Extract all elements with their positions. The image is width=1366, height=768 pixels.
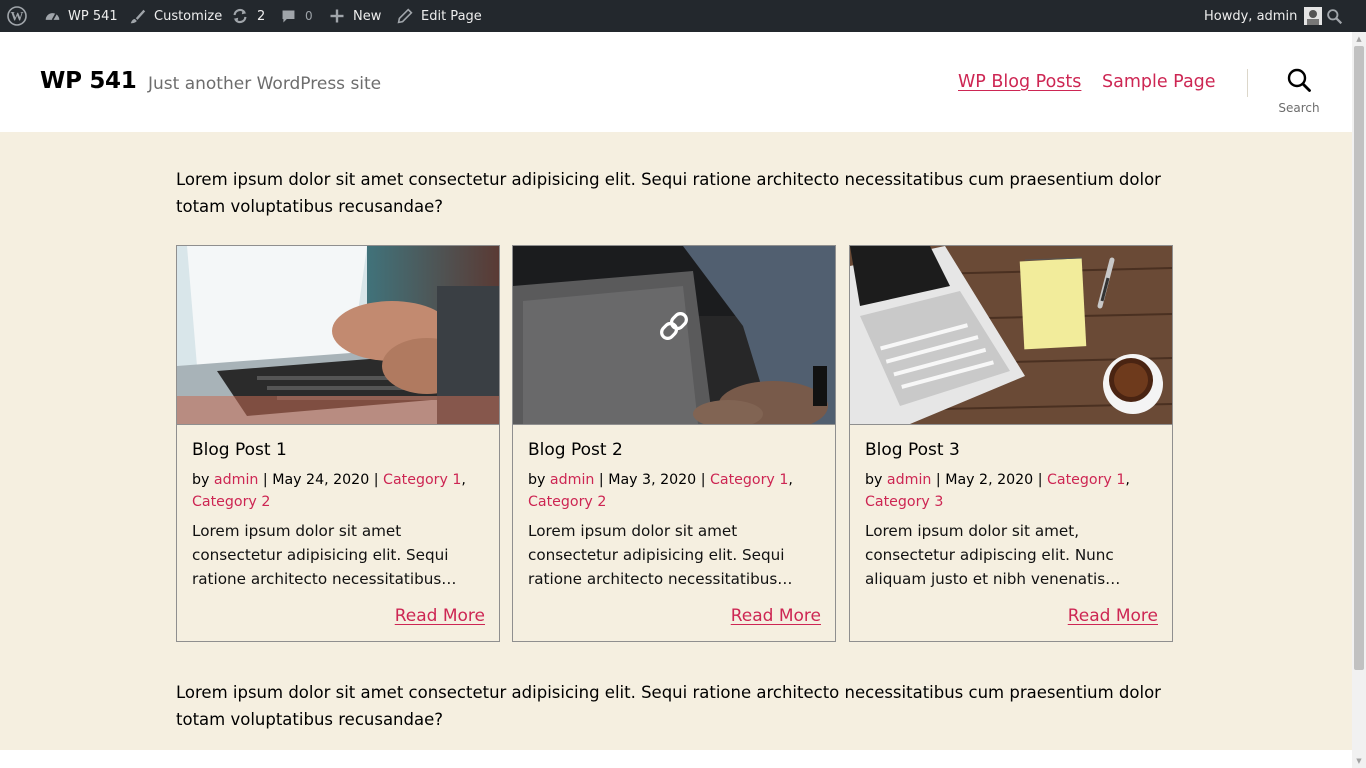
- page-footer-edge: [0, 750, 1352, 768]
- post-by: by: [192, 472, 210, 488]
- admin-greeting: Howdy, admin: [1204, 8, 1298, 24]
- post-excerpt: Lorem ipsum dolor sit amet consectetur a…: [528, 522, 793, 588]
- post-meta: by admin | May 24, 2020 | Category 1, Ca…: [192, 472, 466, 510]
- post-meta: by admin | May 2, 2020 | Category 1, Cat…: [865, 472, 1130, 510]
- admin-bar-new-label: New: [353, 8, 382, 24]
- admin-bar-customize-label: Customize: [154, 8, 223, 24]
- post-category-link[interactable]: Category 2: [192, 494, 270, 510]
- nav-item-wp-blog-posts[interactable]: WP Blog Posts: [958, 72, 1081, 92]
- post-card: Blog Post 2 by admin | May 3, 2020 | Cat…: [512, 245, 836, 642]
- post-title[interactable]: Blog Post 2: [528, 440, 623, 460]
- post-date: May 2, 2020: [945, 472, 1034, 488]
- post-excerpt: Lorem ipsum dolor sit amet consectetur a…: [192, 522, 457, 588]
- post-by: by: [865, 472, 883, 488]
- admin-bar-updates[interactable]: 2: [231, 0, 265, 32]
- scroll-up-arrow-icon[interactable]: ▲: [1352, 32, 1366, 46]
- search-label: Search: [1278, 101, 1320, 115]
- post-meta: by admin | May 3, 2020 | Category 1, Cat…: [528, 472, 793, 510]
- nav-item-sample-page[interactable]: Sample Page: [1102, 72, 1216, 92]
- read-more-link[interactable]: Read More: [395, 606, 485, 626]
- post-title[interactable]: Blog Post 1: [192, 440, 287, 460]
- updates-count: 2: [257, 8, 266, 24]
- admin-bar-customize[interactable]: Customize: [129, 0, 222, 32]
- post-card: Blog Post 3 by admin | May 2, 2020 | Cat…: [849, 245, 1173, 642]
- post-thumbnail[interactable]: [177, 246, 499, 425]
- admin-bar-new[interactable]: New: [330, 0, 381, 32]
- search-toggle-button[interactable]: Search: [1270, 68, 1328, 118]
- admin-bar-edit-page[interactable]: Edit Page: [397, 0, 482, 32]
- post-by: by: [528, 472, 546, 488]
- dashboard-icon: [45, 12, 60, 20]
- post-date: May 24, 2020: [272, 472, 370, 488]
- admin-bar-site[interactable]: WP 541: [44, 0, 118, 32]
- post-author-link[interactable]: admin: [550, 472, 594, 488]
- read-more-link[interactable]: Read More: [731, 606, 821, 626]
- main-content: Lorem ipsum dolor sit amet consectetur a…: [0, 132, 1352, 750]
- post-thumbnail[interactable]: [513, 246, 835, 425]
- post-author-link[interactable]: admin: [214, 472, 258, 488]
- admin-bar-edit-page-label: Edit Page: [421, 8, 482, 24]
- post-category-link[interactable]: Category 1: [383, 472, 461, 488]
- avatar: [1304, 7, 1323, 25]
- admin-bar-comments[interactable]: 0: [280, 0, 313, 32]
- svg-text:W: W: [11, 9, 24, 24]
- updates-icon: [233, 8, 247, 24]
- post-category-link[interactable]: Category 2: [528, 494, 606, 510]
- post-date: May 3, 2020: [608, 472, 697, 488]
- wordpress-logo-icon[interactable]: W: [7, 0, 27, 32]
- paintbrush-icon: [130, 9, 146, 23]
- read-more-link[interactable]: Read More: [1068, 606, 1158, 626]
- search-icon: [1287, 68, 1311, 92]
- nav-divider: [1247, 69, 1248, 97]
- pencil-icon: [397, 8, 413, 24]
- site-title[interactable]: WP 541: [40, 68, 137, 94]
- post-category-link[interactable]: Category 1: [710, 472, 788, 488]
- post-category-link[interactable]: Category 1: [1047, 472, 1125, 488]
- intro-paragraph-top: Lorem ipsum dolor sit amet consectetur a…: [176, 170, 1161, 216]
- post-excerpt: Lorem ipsum dolor sit amet, consectetur …: [865, 522, 1121, 588]
- comments-icon: [282, 10, 295, 22]
- post-title[interactable]: Blog Post 3: [865, 440, 960, 460]
- admin-bar-account[interactable]: Howdy, admin: [1204, 0, 1323, 32]
- admin-bar: W WP 541 Customize 2 0 New Edit Page How…: [0, 0, 1366, 32]
- post-author-link[interactable]: admin: [887, 472, 931, 488]
- admin-bar-search-icon[interactable]: [1326, 0, 1343, 32]
- plus-icon: [330, 9, 344, 23]
- vertical-scrollbar[interactable]: ▲ ▼: [1352, 32, 1366, 768]
- site-description: Just another WordPress site: [148, 74, 382, 94]
- scroll-down-arrow-icon[interactable]: ▼: [1352, 754, 1366, 768]
- post-card: Blog Post 1 by admin | May 24, 2020 | Ca…: [176, 245, 500, 642]
- scrollbar-thumb[interactable]: [1354, 46, 1364, 670]
- admin-bar-site-name: WP 541: [68, 8, 118, 24]
- intro-paragraph-bottom: Lorem ipsum dolor sit amet consectetur a…: [176, 683, 1161, 729]
- site-header: WP 541 Just another WordPress site WP Bl…: [0, 32, 1352, 132]
- comments-count: 0: [305, 9, 313, 23]
- post-category-link[interactable]: Category 3: [865, 494, 943, 510]
- post-thumbnail[interactable]: [850, 246, 1172, 425]
